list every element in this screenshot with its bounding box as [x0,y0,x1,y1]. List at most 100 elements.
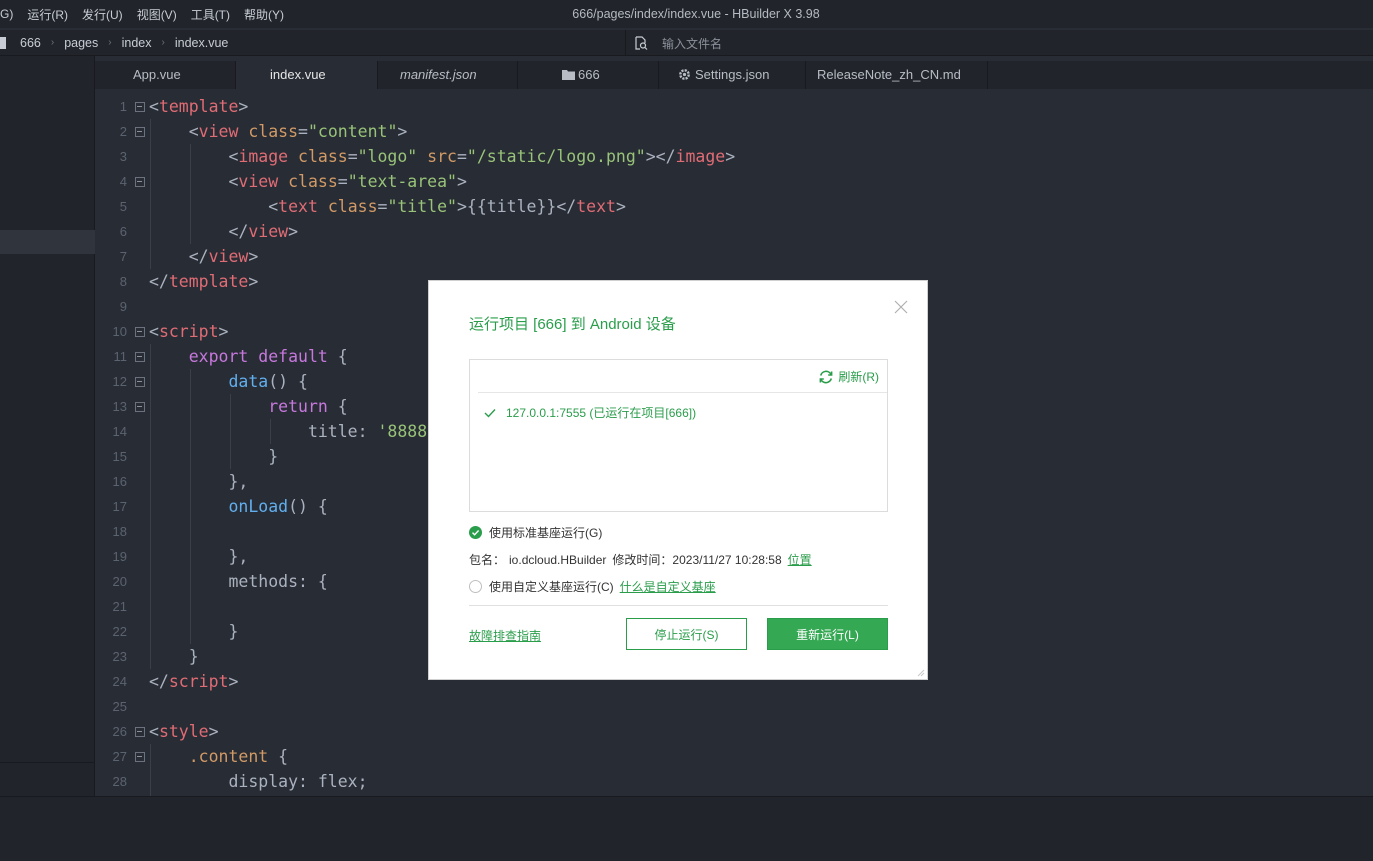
fold-toggle-icon[interactable] [133,101,149,112]
menu-item-run[interactable]: 运行(R) [20,6,75,23]
tab-settings-json[interactable]: Settings.json [659,61,806,89]
tab-manifest-json[interactable]: manifest.json [378,61,518,89]
line-number: 11 [113,349,128,364]
line-number: 9 [119,299,127,314]
code-text: </view> [149,247,259,266]
line-number: 28 [112,774,127,789]
breadcrumb-item-index[interactable]: index [122,36,152,50]
line-number: 27 [112,749,127,764]
code-text: <script> [149,322,229,341]
tab-index-vue[interactable]: index.vue [236,61,378,89]
tab-release-note[interactable]: ReleaseNote_zh_CN.md [806,61,988,89]
fold-gutter [133,252,149,262]
menu-bar: G) 运行(R) 发行(U) 视图(V) 工具(T) 帮助(Y) [0,0,1373,28]
file-search-input[interactable]: 输入文件名 [625,30,1373,56]
code-text: }, [149,547,249,566]
code-line: 3 <image class="logo" src="/static/logo.… [95,144,1373,169]
tab-app-vue[interactable]: App.vue [95,61,236,89]
modified-label: 修改时间： [612,553,673,567]
fold-toggle-icon[interactable] [133,126,149,137]
fold-toggle-icon[interactable] [133,326,149,337]
chevron-right-icon: › [108,37,112,48]
breadcrumb-item-pages[interactable]: pages [64,36,98,50]
editor-tabs: App.vue index.vue manifest.json 666 Sett… [95,61,1373,89]
code-text: </view> [149,222,299,241]
fold-gutter [133,427,149,437]
check-icon [484,408,496,418]
chevron-right-icon: › [161,37,165,48]
menu-item-publish[interactable]: 发行(U) [75,6,130,23]
fold-toggle-icon[interactable] [133,401,149,412]
code-text: data() { [228,372,308,391]
fold-toggle-icon[interactable] [133,726,149,737]
resize-grip-icon[interactable] [917,669,925,677]
fold-gutter [133,702,149,712]
option-custom-label: 使用自定义基座运行(C) [489,580,614,594]
line-number: 21 [112,599,127,614]
menu-item-help[interactable]: 帮助(Y) [237,6,291,23]
line-number: 14 [112,424,127,439]
line-number: 23 [112,649,127,664]
code-line: 5 <text class="title">{{title}}</text> [95,194,1373,219]
code-text: export default { [188,347,348,366]
option-standard-label: 使用标准基座运行(G) [489,526,603,540]
code-text: <template> [149,97,249,116]
code-text: title: '8888 [149,422,428,441]
breadcrumb-item-project[interactable]: 666 [20,36,41,50]
fold-toggle-icon[interactable] [133,351,149,362]
device-label: 127.0.0.1:7555 (已运行在项目[666]) [506,406,697,420]
file-search-placeholder: 输入文件名 [662,36,723,51]
code-line: 28 display: flex; [95,769,1373,794]
custom-base-help-link[interactable]: 什么是自定义基座 [620,578,716,595]
fold-gutter [133,527,149,537]
line-number: 20 [112,574,127,589]
option-custom-base[interactable]: 使用自定义基座运行(C) 什么是自定义基座 [469,578,716,595]
fold-toggle-icon[interactable] [133,176,149,187]
code-text: return { [268,397,348,416]
dialog-title: 运行项目 [666] 到 Android 设备 [469,316,676,333]
refresh-label: 刷新(R) [838,370,879,384]
radio-unchecked-icon[interactable] [469,580,482,593]
rerun-button[interactable]: 重新运行(L) [767,618,888,650]
line-number: 4 [119,174,127,189]
tab-label: 666 [578,67,600,82]
menu-item-tools[interactable]: 工具(T) [184,6,237,23]
fold-gutter [133,202,149,212]
menu-item-g[interactable]: G) [0,7,20,21]
line-number: 5 [119,199,127,214]
radio-checked-icon[interactable] [469,526,482,539]
tab-folder-666[interactable]: 666 [518,61,659,89]
option-standard-base[interactable]: 使用标准基座运行(G) [469,524,602,541]
code-line: 2 <view class="content"> [95,119,1373,144]
menu-item-view[interactable]: 视图(V) [130,6,184,23]
package-label: 包名： [469,553,506,567]
device-item[interactable]: 127.0.0.1:7555 (已运行在项目[666]) [484,404,696,421]
line-number: 2 [119,124,127,139]
fold-gutter [133,627,149,637]
fold-toggle-icon[interactable] [133,376,149,387]
project-explorer[interactable] [0,56,95,796]
chevron-right-icon: › [50,37,55,48]
code-text: onLoad() { [228,497,328,516]
location-link[interactable]: 位置 [788,551,812,568]
fold-gutter [133,302,149,312]
refresh-button[interactable]: 刷新(R) [818,368,879,385]
fold-toggle-icon[interactable] [133,751,149,762]
line-number: 3 [119,149,127,164]
code-line: 26 <style> [95,719,1373,744]
code-text: <view class="content"> [149,122,408,141]
troubleshoot-link[interactable]: 故障排查指南 [469,627,541,644]
dialog-divider [469,605,888,606]
breadcrumb: 666 › pages › index › index.vue 输入文件名 [0,30,1373,56]
line-number: 12 [112,374,127,389]
explorer-selected-row[interactable] [0,230,95,254]
code-text: </template> [149,272,259,291]
fold-gutter [133,777,149,787]
code-text: } [149,447,279,466]
close-icon[interactable] [893,299,909,315]
line-number: 7 [119,249,127,264]
breadcrumb-item-file[interactable]: index.vue [175,36,229,50]
fold-gutter [133,577,149,587]
stop-run-button[interactable]: 停止运行(S) [626,618,747,650]
code-text: <text class="title">{{title}}</text> [149,197,626,216]
